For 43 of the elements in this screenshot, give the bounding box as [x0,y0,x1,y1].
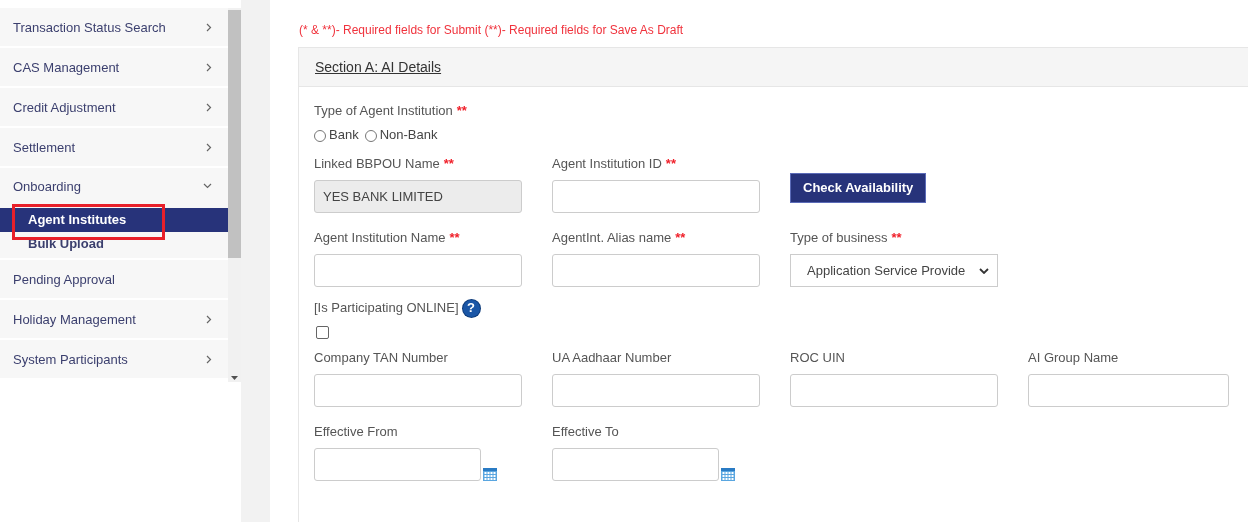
scrollbar[interactable] [228,8,241,382]
field-label: UA Aadhaar Number [552,350,673,366]
field-label: Linked BBPOU Name ** [314,156,455,172]
field-label: Agent Institution ID ** [552,156,677,172]
text-field[interactable] [314,254,522,287]
chevron-right-icon [206,354,212,364]
chevron-down-icon [203,183,212,189]
chevron-right-icon [206,22,212,32]
field-label: Type of business ** [790,230,903,246]
field-label: AgentInt. Alias name ** [552,230,687,246]
required-fields-note: (* & **)- Required fields for Submit (**)- Required fields for Save As Draft [299,22,685,39]
text-field[interactable] [552,254,760,287]
field-label: [Is Participating ONLINE] [314,300,459,316]
text-field[interactable] [1028,374,1229,407]
chevron-right-icon [206,142,212,152]
calendar-icon[interactable] [483,467,497,481]
calendar-icon[interactable] [721,467,735,481]
date-field[interactable] [314,448,481,481]
field-label: Company TAN Number [314,350,449,366]
text-field[interactable] [790,374,998,407]
field-label: Agent Institution Name ** [314,230,461,246]
field-label: AI Group Name [1028,350,1120,366]
sidebar-subitem[interactable]: Agent Institutes [0,208,228,232]
field-label: Type of Agent Institution ** [314,103,467,119]
field-label: ROC UIN [790,350,846,366]
help-icon[interactable]: ? [462,299,480,317]
section-title[interactable]: Section A: AI Details [315,59,442,75]
field-label: Effective From [314,424,399,440]
chevron-right-icon [206,62,212,72]
radio-option[interactable]: Bank [314,126,359,142]
text-field[interactable] [552,374,760,407]
radio-option[interactable]: Non-Bank [364,126,438,142]
chevron-right-icon [206,102,212,112]
check-availability-button[interactable]: Check Availability [790,172,927,203]
chevron-down-icon [979,267,989,274]
scroll-down-arrow-icon[interactable] [231,376,238,380]
field-label: Effective To [552,424,620,440]
text-field[interactable] [552,180,760,213]
dropdown[interactable]: Application Service Provide [790,254,998,287]
checkbox[interactable] [316,326,329,339]
text-field[interactable] [314,374,522,407]
date-field[interactable] [552,448,719,481]
chevron-right-icon [206,314,212,324]
